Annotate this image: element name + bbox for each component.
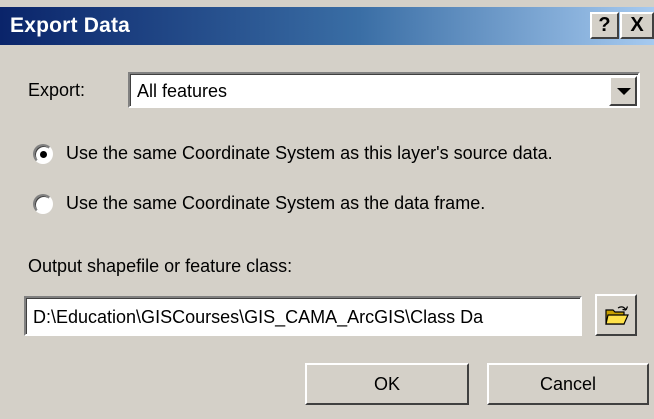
export-select[interactable]: All features <box>128 72 640 108</box>
ok-button[interactable]: OK <box>305 363 469 405</box>
title-bar[interactable]: Export Data ? X <box>0 7 654 45</box>
cancel-button[interactable]: Cancel <box>487 363 649 405</box>
output-label: Output shapefile or feature class: <box>28 256 293 276</box>
open-folder-icon <box>605 306 629 325</box>
export-label: Export: <box>28 80 86 100</box>
close-button[interactable]: X <box>620 12 654 39</box>
output-path-field: D:\Education\GISCourses\GIS_CAMA_ArcGIS\… <box>26 298 580 334</box>
export-select-field: All features <box>130 74 638 106</box>
export-data-dialog: Export Data ? X Export: All features Use… <box>0 0 654 419</box>
export-selected-value: All features <box>137 81 228 101</box>
window-title: Export Data <box>10 14 131 37</box>
radio-source-coordinate-system-label[interactable]: Use the same Coordinate System as this l… <box>66 143 553 164</box>
browse-button[interactable] <box>595 294 637 336</box>
help-button[interactable]: ? <box>590 12 619 39</box>
radio-data-frame-coordinate-system-label[interactable]: Use the same Coordinate System as the da… <box>66 193 485 214</box>
radio-source-coordinate-system[interactable] <box>33 144 53 164</box>
output-path-input[interactable]: D:\Education\GISCourses\GIS_CAMA_ArcGIS\… <box>24 296 582 336</box>
radio-data-frame-coordinate-system[interactable] <box>33 194 53 214</box>
output-path-value: D:\Education\GISCourses\GIS_CAMA_ArcGIS\… <box>33 307 484 327</box>
chevron-down-icon[interactable] <box>609 76 637 106</box>
